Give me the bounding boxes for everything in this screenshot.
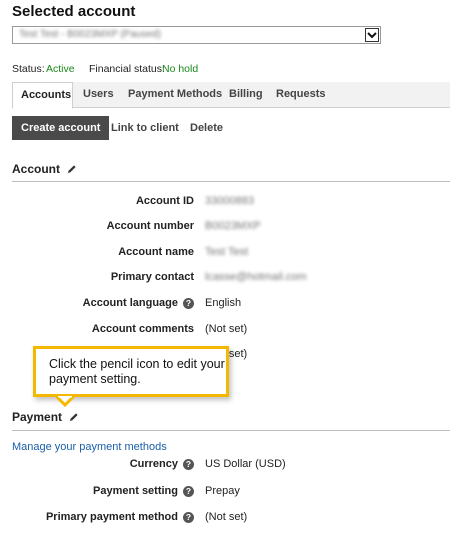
account-name-label: Account name xyxy=(118,246,194,258)
payment-setting-label: Payment setting xyxy=(93,485,178,497)
account-select-value: Test Test - B0023MXP (Paused) xyxy=(19,29,161,40)
account-select[interactable]: Test Test - B0023MXP (Paused) xyxy=(12,26,381,44)
help-icon[interactable]: ? xyxy=(183,298,194,309)
primary-contact-label: Primary contact xyxy=(110,271,194,283)
financial-status-value: No hold xyxy=(162,63,199,75)
help-icon[interactable]: ? xyxy=(183,486,194,497)
payment-setting-row-label: Payment setting? xyxy=(12,485,194,497)
tooltip-callout: Click the pencil icon to edit your payme… xyxy=(33,346,229,397)
currency-value: US Dollar (USD) xyxy=(205,458,286,470)
status-value: Active xyxy=(46,63,75,75)
account-comments-label: Account comments xyxy=(91,323,194,335)
callout-pointer xyxy=(54,394,76,410)
create-account-button[interactable]: Create account xyxy=(12,116,110,140)
payment-section-title: Payment xyxy=(12,410,63,424)
pencil-icon[interactable] xyxy=(69,411,79,425)
pencil-icon[interactable] xyxy=(67,163,77,177)
callout-text: Click the pencil icon to edit your payme… xyxy=(49,357,225,386)
chevron-down-icon[interactable] xyxy=(365,28,379,42)
status-label: Status: xyxy=(12,63,45,75)
account-number-label: Account number xyxy=(106,220,194,232)
currency-row-label: Currency? xyxy=(12,458,194,470)
tab-users[interactable]: Users xyxy=(75,82,122,108)
section-divider xyxy=(12,430,450,431)
primary-contact-value: lcasse@hotmail.com xyxy=(205,271,307,283)
account-language-row-label: Account language? xyxy=(12,297,194,309)
tab-accounts[interactable]: Accounts xyxy=(12,82,73,109)
section-divider xyxy=(12,181,450,182)
tab-bar: Accounts Users Payment Methods Billing R… xyxy=(12,82,450,109)
primary-payment-method-value: (Not set) xyxy=(205,511,248,523)
link-to-client-button[interactable]: Link to client xyxy=(102,116,188,140)
tab-billing[interactable]: Billing xyxy=(221,82,271,108)
account-id-label: Account ID xyxy=(135,195,194,207)
payment-setting-value: Prepay xyxy=(205,485,240,497)
account-comments-value: (Not set) xyxy=(205,323,248,335)
account-language-label: Account language xyxy=(82,297,178,309)
help-icon[interactable]: ? xyxy=(183,512,194,523)
account-number-value: B0023MXP xyxy=(205,220,261,232)
tab-requests[interactable]: Requests xyxy=(268,82,334,108)
primary-payment-method-row-label: Primary payment method? xyxy=(12,511,194,523)
account-section-header: Account xyxy=(12,162,77,177)
account-id-value: 33000883 xyxy=(205,195,254,207)
account-section-title: Account xyxy=(12,162,60,176)
delete-button[interactable]: Delete xyxy=(181,116,232,140)
currency-label: Currency xyxy=(129,458,178,470)
account-language-value: English xyxy=(205,297,242,309)
manage-payment-methods-link[interactable]: Manage your payment methods xyxy=(12,441,167,453)
account-name-value: Test Test xyxy=(205,246,249,258)
primary-payment-method-label: Primary payment method xyxy=(45,511,178,523)
payment-section-header: Payment xyxy=(12,410,79,425)
financial-status-label: Financial status: xyxy=(89,63,165,75)
selected-account-title: Selected account xyxy=(12,3,136,20)
help-icon[interactable]: ? xyxy=(183,459,194,470)
tab-payment-methods[interactable]: Payment Methods xyxy=(120,82,230,108)
